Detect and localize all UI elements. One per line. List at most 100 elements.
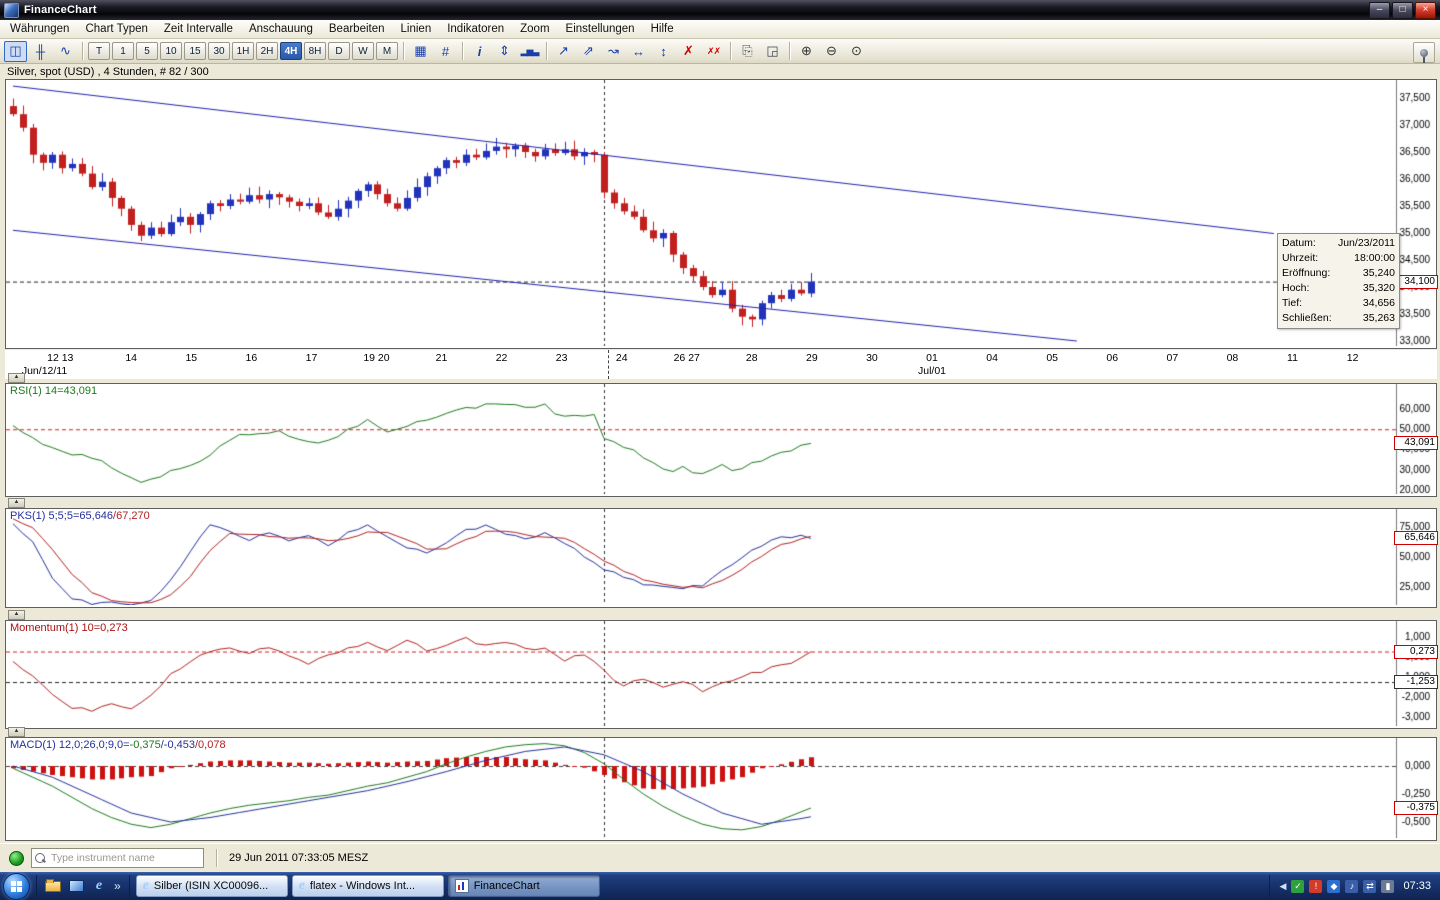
x-tick-label: 11 <box>1287 352 1298 364</box>
info-icon[interactable]: i <box>468 41 491 62</box>
momentum-canvas[interactable] <box>6 621 1434 726</box>
vertical-line-icon[interactable]: ↕ <box>652 41 675 62</box>
zoom-in-icon[interactable]: ⊕ <box>795 41 818 62</box>
x-date-label: Jul/01 <box>917 365 947 377</box>
tooltip-value: 34,656 <box>1362 297 1395 309</box>
timeframe-10[interactable]: 10 <box>160 42 182 60</box>
timeframe-m[interactable]: M <box>376 42 398 60</box>
timeframe-w[interactable]: W <box>352 42 374 60</box>
menu-einstellungen[interactable]: Einstellungen <box>558 21 643 37</box>
trendline-icon[interactable]: ↗ <box>552 41 575 62</box>
delete-all-lines-icon[interactable]: ✗✗ <box>702 41 725 62</box>
panel-splitter[interactable]: ▲ <box>8 373 25 383</box>
security-icon[interactable]: ✓ <box>1291 879 1305 893</box>
updates-icon[interactable]: ◆ <box>1327 879 1341 893</box>
hash-icon[interactable]: # <box>434 41 457 62</box>
macd-canvas[interactable] <box>6 738 1434 838</box>
axis-scale-icon[interactable]: ⇕ <box>493 41 516 62</box>
taskbar-button-flatex-windows-int-[interactable]: e flatex - Windows Int... <box>291 875 444 897</box>
pin-icon[interactable] <box>1413 42 1435 63</box>
start-button[interactable] <box>3 872 30 900</box>
menu-zeit-intervalle[interactable]: Zeit Intervalle <box>156 21 241 37</box>
panel-splitter[interactable]: ▲ <box>8 610 25 620</box>
panel-splitter[interactable]: ▲ <box>8 498 25 508</box>
taskbar-button-financechart[interactable]: FinanceChart <box>447 875 600 897</box>
taskbar-button-silber-isin-xc00096-[interactable]: e Silber (ISIN XC00096... <box>135 875 288 897</box>
timeframe-5[interactable]: 5 <box>136 42 158 60</box>
timeframe-1h[interactable]: 1H <box>232 42 254 60</box>
toolbar-separator <box>789 42 790 60</box>
instrument-search <box>31 848 204 868</box>
macd-value-label: -0,375 <box>1394 801 1438 815</box>
menu-linien[interactable]: Linien <box>393 21 440 37</box>
menu-zoom[interactable]: Zoom <box>512 21 557 37</box>
device-icon[interactable]: ▮ <box>1381 879 1395 893</box>
menu-indikatoren[interactable]: Indikatoren <box>439 21 512 37</box>
quicklaunch-folder-icon[interactable] <box>45 878 61 894</box>
timeframe-1[interactable]: 1 <box>112 42 134 60</box>
x-tick-label: 30 <box>866 352 878 364</box>
tooltip-value: 18:00:00 <box>1354 252 1395 264</box>
timeframe-d[interactable]: D <box>328 42 350 60</box>
close-button[interactable]: × <box>1415 1 1436 19</box>
x-axis: 12 13 14 15 16 17 19 20 21 22 23 24 26 27 28 29 30 01 0… <box>5 350 1437 379</box>
timeframe-t[interactable]: T <box>88 42 110 60</box>
rsi-canvas[interactable] <box>6 384 1434 494</box>
taskbar-button-label: Silber (ISIN XC00096... <box>153 880 269 892</box>
ohlc-chart-icon[interactable]: ╫ <box>29 41 52 62</box>
x-tick-label: 23 <box>555 352 568 364</box>
zoom-reset-icon[interactable]: ⊙ <box>845 41 868 62</box>
timeframe-2h[interactable]: 2H <box>256 42 278 60</box>
momentum-header: Momentum(1) 10=0,273 <box>10 622 128 634</box>
tooltip-value: 35,263 <box>1362 312 1395 324</box>
pks-canvas[interactable] <box>6 509 1434 605</box>
menu-w-hrungen[interactable]: Währungen <box>2 21 77 37</box>
timeframe-4h[interactable]: 4H <box>280 42 302 60</box>
timeframe-30[interactable]: 30 <box>208 42 230 60</box>
connection-status-icon <box>9 850 24 866</box>
menu-bearbeiten[interactable]: Bearbeiten <box>321 21 393 37</box>
window-title: FinanceChart <box>24 4 97 16</box>
alert-icon[interactable]: ! <box>1309 879 1323 893</box>
quicklaunch-desktop-icon[interactable] <box>68 878 84 894</box>
windows-logo-icon <box>11 880 22 892</box>
print-icon[interactable]: ⎘ <box>736 41 759 62</box>
trendline-ray-icon[interactable]: ⇗ <box>577 41 600 62</box>
main-chart-canvas[interactable] <box>6 80 1434 346</box>
maximize-button[interactable]: □ <box>1392 1 1413 19</box>
print-preview-icon[interactable]: ◲ <box>761 41 784 62</box>
candlestick-chart-icon[interactable]: ◫ <box>4 40 27 62</box>
taskbar-button-label: FinanceChart <box>473 880 540 892</box>
ie-icon: e <box>142 878 149 893</box>
panel-splitter[interactable]: ▲ <box>8 727 25 737</box>
tooltip-value: 35,240 <box>1362 267 1395 279</box>
zoom-out-icon[interactable]: ⊖ <box>820 41 843 62</box>
instrument-search-input[interactable] <box>49 851 200 865</box>
line-chart-icon[interactable]: ∿ <box>54 41 77 62</box>
grid-icon[interactable]: ▦ <box>409 41 432 62</box>
network-icon[interactable]: ⇄ <box>1363 879 1377 893</box>
x-tick-label: 22 <box>495 352 508 364</box>
horizontal-line-icon[interactable]: ↔ <box>627 41 650 62</box>
quicklaunch-overflow-chevron[interactable]: » <box>114 879 121 893</box>
menu-anschauung[interactable]: Anschauung <box>241 21 321 37</box>
x-tick-label: 15 <box>185 352 198 364</box>
rsi-header-text: RSI(1) 14=43,091 <box>10 385 98 397</box>
menu-chart-typen[interactable]: Chart Typen <box>77 21 155 37</box>
menu-hilfe[interactable]: Hilfe <box>643 21 682 37</box>
toolbar-separator <box>730 42 731 60</box>
volume-histogram-icon[interactable]: ▂▅▃ <box>518 41 541 62</box>
trendline-segment-icon[interactable]: ↝ <box>602 41 625 62</box>
tray-chevron-icon[interactable]: ◀ <box>1280 881 1287 892</box>
minimize-button[interactable]: – <box>1369 1 1390 19</box>
volume-icon[interactable]: ♪ <box>1345 879 1359 893</box>
timeframe-8h[interactable]: 8H <box>304 42 326 60</box>
x-tick-label: 04 <box>986 352 998 364</box>
timeframe-15[interactable]: 15 <box>184 42 206 60</box>
mom-header-text: Momentum(1) 10=0,273 <box>10 622 128 634</box>
delete-line-icon[interactable]: ✗ <box>677 41 700 62</box>
quicklaunch-ie-icon[interactable]: e <box>91 878 107 894</box>
x-tick-label: 16 <box>245 352 258 364</box>
tooltip-row: Schließen: 35,263 <box>1278 311 1399 326</box>
status-bar: 29 Jun 2011 07:33:05 MESZ <box>0 843 1440 872</box>
